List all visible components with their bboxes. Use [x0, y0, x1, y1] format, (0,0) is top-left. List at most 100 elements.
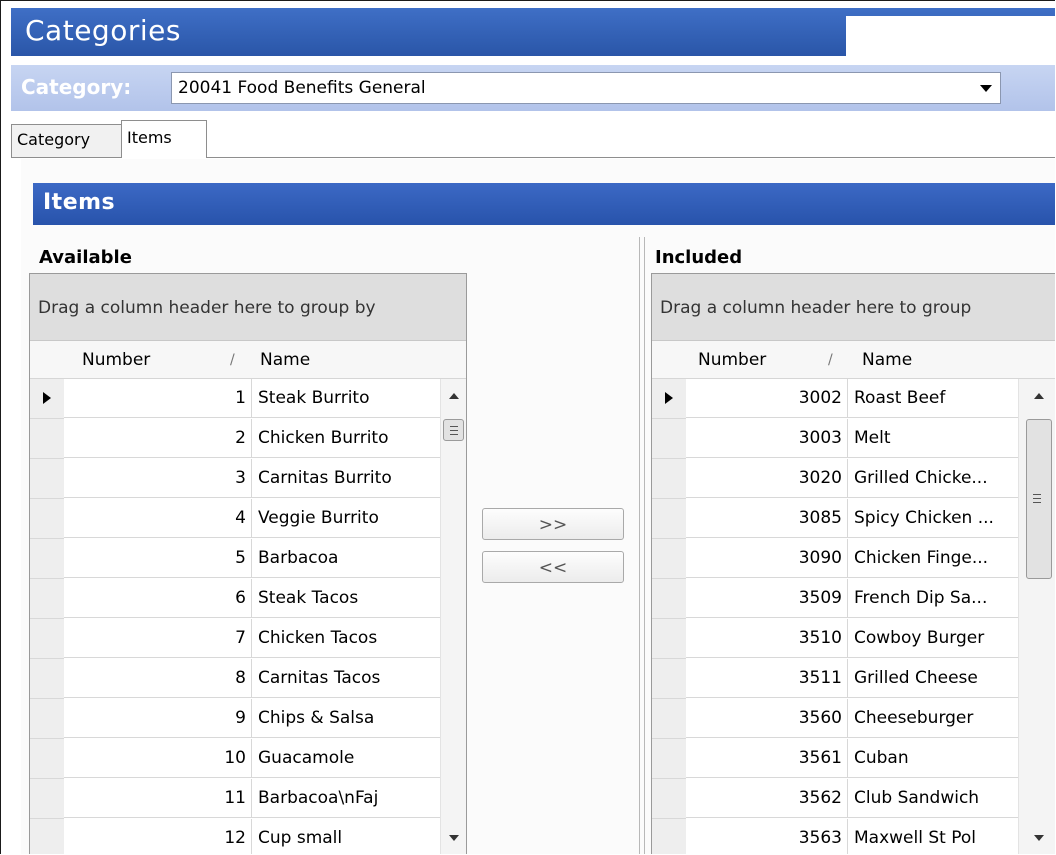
tab-category[interactable]: Category: [11, 124, 123, 157]
cell-name[interactable]: French Dip Sa...: [848, 579, 1018, 618]
cell-name[interactable]: Guacamole: [252, 739, 440, 778]
cell-number[interactable]: 3562: [686, 779, 848, 818]
table-row[interactable]: 7 Chicken Tacos: [30, 619, 466, 659]
cell-name[interactable]: Roast Beef: [848, 379, 1018, 418]
table-row[interactable]: 2 Chicken Burrito: [30, 419, 466, 459]
cell-number[interactable]: 3003: [686, 419, 848, 458]
row-selector[interactable]: [652, 779, 686, 819]
cell-number[interactable]: 3002: [686, 379, 848, 418]
scroll-up-icon[interactable]: [449, 393, 459, 399]
table-row[interactable]: 3511 Grilled Cheese: [652, 659, 1055, 699]
row-selector[interactable]: [30, 819, 64, 854]
row-selector[interactable]: [30, 379, 64, 419]
cell-number[interactable]: 4: [64, 499, 252, 538]
table-row[interactable]: 3562 Club Sandwich: [652, 779, 1055, 819]
table-row[interactable]: 3020 Grilled Chicke...: [652, 459, 1055, 499]
table-row[interactable]: 1 Steak Burrito: [30, 379, 466, 419]
table-row[interactable]: 3510 Cowboy Burger: [652, 619, 1055, 659]
cell-name[interactable]: Spicy Chicken ...: [848, 499, 1018, 538]
table-row[interactable]: 11 Barbacoa\nFaj: [30, 779, 466, 819]
cell-name[interactable]: Chicken Burrito: [252, 419, 440, 458]
scroll-up-icon[interactable]: [1034, 393, 1044, 399]
column-header-name[interactable]: Name: [260, 350, 310, 370]
row-selector[interactable]: [30, 579, 64, 619]
cell-number[interactable]: 3020: [686, 459, 848, 498]
tab-items[interactable]: Items: [121, 120, 207, 158]
table-row[interactable]: 6 Steak Tacos: [30, 579, 466, 619]
cell-number[interactable]: 5: [64, 539, 252, 578]
cell-name[interactable]: Carnitas Burrito: [252, 459, 440, 498]
cell-name[interactable]: Cheeseburger: [848, 699, 1018, 738]
row-selector[interactable]: [30, 779, 64, 819]
cell-number[interactable]: 11: [64, 779, 252, 818]
row-selector[interactable]: [30, 459, 64, 499]
row-selector[interactable]: [652, 459, 686, 499]
table-row[interactable]: 8 Carnitas Tacos: [30, 659, 466, 699]
row-selector[interactable]: [652, 819, 686, 854]
table-row[interactable]: 3090 Chicken Finge...: [652, 539, 1055, 579]
table-row[interactable]: 3085 Spicy Chicken ...: [652, 499, 1055, 539]
row-selector[interactable]: [30, 699, 64, 739]
cell-number[interactable]: 3560: [686, 699, 848, 738]
row-selector[interactable]: [652, 419, 686, 459]
row-selector[interactable]: [30, 619, 64, 659]
cell-number[interactable]: 9: [64, 699, 252, 738]
column-header-number[interactable]: Number: [698, 350, 766, 370]
table-row[interactable]: 9 Chips & Salsa: [30, 699, 466, 739]
cell-name[interactable]: Maxwell St Pol: [848, 819, 1018, 854]
row-selector[interactable]: [652, 539, 686, 579]
vertical-scrollbar[interactable]: [440, 379, 466, 854]
row-selector[interactable]: [30, 539, 64, 579]
scroll-down-icon[interactable]: [1034, 835, 1044, 841]
row-selector[interactable]: [30, 499, 64, 539]
cell-number[interactable]: 3: [64, 459, 252, 498]
group-by-area[interactable]: Drag a column header here to group: [652, 274, 1055, 341]
scroll-thumb[interactable]: [1026, 419, 1052, 579]
cell-name[interactable]: Veggie Burrito: [252, 499, 440, 538]
cell-number[interactable]: 1: [64, 379, 252, 418]
table-row[interactable]: 5 Barbacoa: [30, 539, 466, 579]
cell-number[interactable]: 2: [64, 419, 252, 458]
cell-name[interactable]: Club Sandwich: [848, 779, 1018, 818]
cell-name[interactable]: Chicken Tacos: [252, 619, 440, 658]
table-row[interactable]: 3509 French Dip Sa...: [652, 579, 1055, 619]
remove-items-button[interactable]: <<: [482, 551, 624, 583]
row-selector[interactable]: [652, 579, 686, 619]
cell-name[interactable]: Grilled Chicke...: [848, 459, 1018, 498]
cell-number[interactable]: 3561: [686, 739, 848, 778]
row-selector[interactable]: [30, 739, 64, 779]
table-row[interactable]: 3561 Cuban: [652, 739, 1055, 779]
table-row[interactable]: 10 Guacamole: [30, 739, 466, 779]
cell-name[interactable]: Melt: [848, 419, 1018, 458]
cell-name[interactable]: Chicken Finge...: [848, 539, 1018, 578]
cell-number[interactable]: 3563: [686, 819, 848, 854]
scroll-thumb[interactable]: [443, 419, 464, 441]
row-selector[interactable]: [652, 699, 686, 739]
table-row[interactable]: 12 Cup small: [30, 819, 466, 854]
cell-number[interactable]: 12: [64, 819, 252, 854]
table-row[interactable]: 3560 Cheeseburger: [652, 699, 1055, 739]
cell-name[interactable]: Barbacoa\nFaj: [252, 779, 440, 818]
cell-name[interactable]: Steak Burrito: [252, 379, 440, 418]
table-row[interactable]: 3003 Melt: [652, 419, 1055, 459]
cell-name[interactable]: Steak Tacos: [252, 579, 440, 618]
cell-name[interactable]: Grilled Cheese: [848, 659, 1018, 698]
row-selector[interactable]: [30, 419, 64, 459]
chevron-down-icon[interactable]: [980, 85, 992, 92]
add-items-button[interactable]: >>: [482, 508, 624, 540]
row-selector[interactable]: [652, 739, 686, 779]
row-selector[interactable]: [652, 499, 686, 539]
group-by-area[interactable]: Drag a column header here to group by: [30, 274, 466, 341]
row-selector[interactable]: [652, 379, 686, 419]
table-row[interactable]: 3002 Roast Beef: [652, 379, 1055, 419]
cell-number[interactable]: 3511: [686, 659, 848, 698]
row-selector[interactable]: [30, 659, 64, 699]
cell-name[interactable]: Cup small: [252, 819, 440, 854]
cell-number[interactable]: 3090: [686, 539, 848, 578]
table-row[interactable]: 3 Carnitas Burrito: [30, 459, 466, 499]
table-row[interactable]: 3563 Maxwell St Pol: [652, 819, 1055, 854]
row-selector[interactable]: [652, 619, 686, 659]
table-row[interactable]: 4 Veggie Burrito: [30, 499, 466, 539]
cell-number[interactable]: 3085: [686, 499, 848, 538]
column-header-number[interactable]: Number: [82, 350, 150, 370]
